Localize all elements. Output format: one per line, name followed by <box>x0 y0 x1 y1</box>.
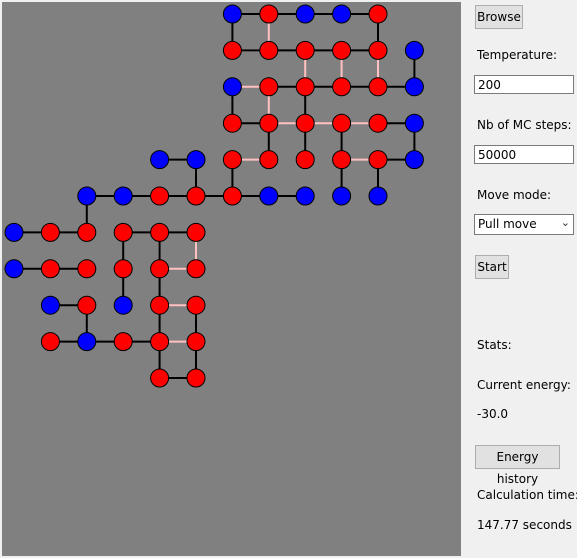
hydrophobic-residue <box>332 77 352 97</box>
hydrophobic-residue <box>332 113 352 133</box>
steps-input[interactable] <box>474 145 574 164</box>
hydrophobic-residue <box>295 113 315 133</box>
hydrophobic-residue <box>186 332 206 352</box>
polar-residue <box>222 77 242 97</box>
polar-residue <box>113 186 133 206</box>
hydrophobic-residue <box>368 113 388 133</box>
hydrophobic-residue <box>259 113 279 133</box>
hydrophobic-residue <box>368 40 388 60</box>
polar-residue <box>40 295 60 315</box>
hydrophobic-residue <box>113 222 133 242</box>
lattice-canvas <box>0 0 463 558</box>
hydrophobic-residue <box>150 368 170 388</box>
polar-residue <box>332 4 352 24</box>
hydrophobic-residue <box>150 332 170 352</box>
polar-residue <box>222 4 242 24</box>
hydrophobic-residue <box>259 150 279 170</box>
polar-residue <box>4 259 24 279</box>
hydrophobic-residue <box>186 186 206 206</box>
temperature-input[interactable] <box>474 75 574 94</box>
hydrophobic-residue <box>150 295 170 315</box>
move-mode-value: Pull move <box>478 217 537 231</box>
move-mode-label: Move mode: <box>477 188 552 202</box>
hydrophobic-residue <box>186 368 206 388</box>
hydrophobic-residue <box>150 259 170 279</box>
hydrophobic-residue <box>295 77 315 97</box>
polar-residue <box>4 222 24 242</box>
hydrophobic-residue <box>222 150 242 170</box>
hydrophobic-residue <box>186 222 206 242</box>
hydrophobic-residue <box>40 259 60 279</box>
hydrophobic-residue <box>113 332 133 352</box>
polar-residue <box>259 186 279 206</box>
hydrophobic-residue <box>40 332 60 352</box>
hydrophobic-residue <box>222 186 242 206</box>
browse-button[interactable]: Browse <box>475 5 523 29</box>
start-button[interactable]: Start <box>475 255 509 279</box>
hydrophobic-residue <box>368 150 388 170</box>
chevron-down-icon: ⌄ <box>560 216 570 229</box>
hydrophobic-residue <box>77 259 97 279</box>
calc-time-value: 147.77 seconds <box>477 518 572 532</box>
hydrophobic-residue <box>113 259 133 279</box>
hydrophobic-residue <box>332 150 352 170</box>
hydrophobic-residue <box>259 4 279 24</box>
lattice-svg <box>2 2 461 556</box>
polar-residue <box>150 150 170 170</box>
polar-residue <box>186 150 206 170</box>
temperature-label: Temperature: <box>477 48 558 62</box>
hydrophobic-residue <box>222 40 242 60</box>
hydrophobic-residue <box>186 259 206 279</box>
hydrophobic-residue <box>368 77 388 97</box>
hydrophobic-residue <box>259 77 279 97</box>
energy-history-button[interactable]: Energy history <box>475 445 560 486</box>
polar-residue <box>295 186 315 206</box>
energy-label: Current energy: <box>477 378 571 392</box>
hydrophobic-residue <box>150 222 170 242</box>
polar-residue <box>77 332 97 352</box>
hydrophobic-residue <box>332 40 352 60</box>
hydrophobic-residue <box>77 222 97 242</box>
polar-residue <box>368 186 388 206</box>
hydrophobic-residue <box>40 222 60 242</box>
hydrophobic-residue <box>295 150 315 170</box>
hydrophobic-residue <box>368 4 388 24</box>
polar-residue <box>113 295 133 315</box>
polar-residue <box>404 40 424 60</box>
hydrophobic-residue <box>222 113 242 133</box>
hydrophobic-residue <box>186 295 206 315</box>
hydrophobic-residue <box>295 40 315 60</box>
steps-label: Nb of MC steps: <box>477 118 572 132</box>
polar-residue <box>332 186 352 206</box>
hydrophobic-residue <box>77 295 97 315</box>
calc-time-label: Calculation time: <box>477 488 577 502</box>
polar-residue <box>295 4 315 24</box>
move-mode-select[interactable]: Pull move ⌄ <box>474 214 574 235</box>
energy-value: -30.0 <box>477 407 509 421</box>
polar-residue <box>404 77 424 97</box>
polar-residue <box>404 113 424 133</box>
hydrophobic-residue <box>150 186 170 206</box>
hydrophobic-residue <box>259 40 279 60</box>
stats-label: Stats: <box>477 338 512 352</box>
polar-residue <box>77 186 97 206</box>
polar-residue <box>404 150 424 170</box>
control-panel: Browse Temperature: Nb of MC steps: Move… <box>463 0 577 558</box>
